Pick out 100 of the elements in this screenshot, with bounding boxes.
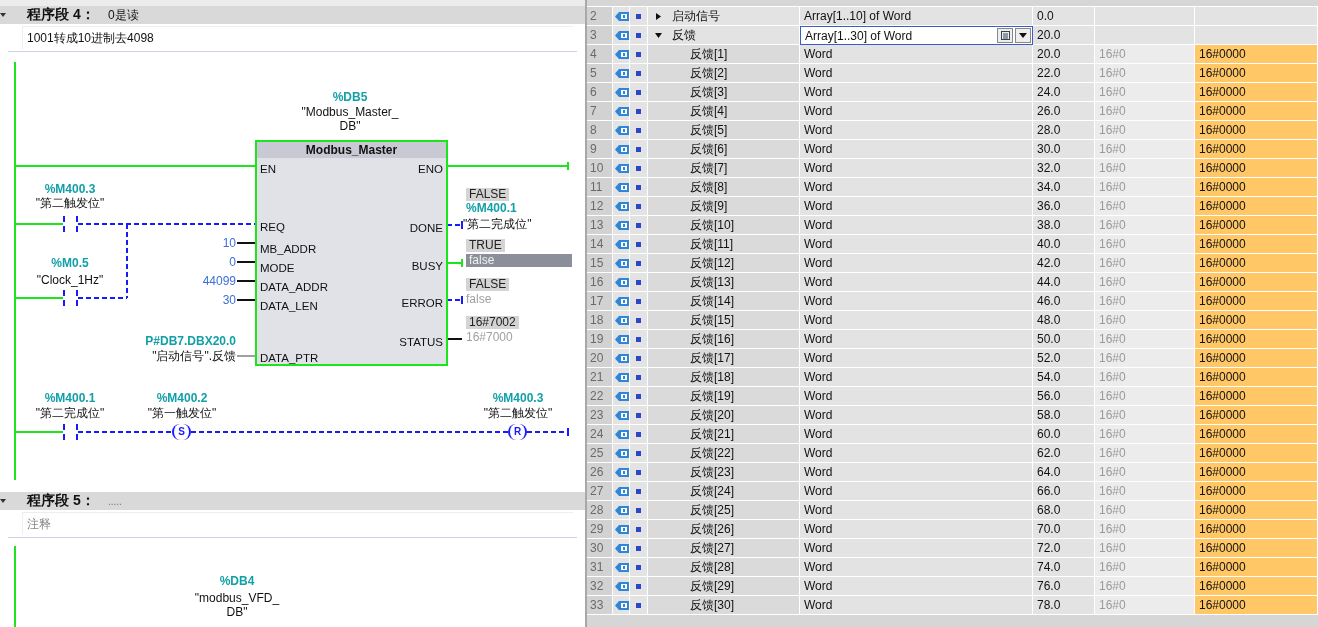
type-cell: Word	[800, 368, 1033, 387]
name-cell: 反馈[22]	[648, 444, 800, 463]
pin-label: MODE	[260, 261, 295, 275]
row-number: 13	[587, 216, 613, 235]
caret-icon[interactable]	[0, 12, 6, 18]
name-cell: 反馈[2]	[648, 64, 800, 83]
caret-icon	[1019, 33, 1027, 38]
row-number: 8	[587, 121, 613, 140]
actual-value: 16#7000	[466, 330, 513, 344]
start-value-cell: 16#0	[1095, 387, 1195, 406]
monitor-value-cell: 16#0000	[1195, 558, 1318, 577]
name-cell: 反馈[29]	[648, 577, 800, 596]
list-icon	[1000, 31, 1010, 40]
input-value: 44099	[201, 274, 236, 288]
row-number: 22	[587, 387, 613, 406]
row-number: 5	[587, 64, 613, 83]
start-value-cell: 16#0	[1095, 254, 1195, 273]
monitor-value-cell: 16#0000	[1195, 463, 1318, 482]
caret-icon[interactable]	[0, 498, 6, 504]
comment-field[interactable]: 注释	[22, 512, 573, 535]
tag-name: "第一触发位"	[146, 406, 218, 420]
network-label: 程序段 5：	[27, 492, 96, 510]
monitor-value-cell: 16#0000	[1195, 178, 1318, 197]
monitor-value: TRUE	[466, 239, 505, 252]
type-cell: Word	[800, 558, 1033, 577]
type-cell: Word	[800, 83, 1033, 102]
offset-cell: 50.0	[1033, 330, 1095, 349]
type-cell: Word	[800, 140, 1033, 159]
type-cell: Word	[800, 292, 1033, 311]
offset-cell: 24.0	[1033, 83, 1095, 102]
name-cell: 反馈[6]	[648, 140, 800, 159]
start-value-cell: 16#0	[1095, 501, 1195, 520]
name-cell: 反馈[30]	[648, 596, 800, 615]
network-title[interactable]: 0是读	[108, 6, 139, 24]
monitor-value-cell: 16#0000	[1195, 520, 1318, 539]
type-cell: Word	[800, 501, 1033, 520]
offset-cell: 64.0	[1033, 463, 1095, 482]
offset-cell: 38.0	[1033, 216, 1095, 235]
name-cell: 反馈[24]	[648, 482, 800, 501]
offset-cell: 0.0	[1033, 7, 1095, 26]
instance-address: %DB5	[331, 90, 369, 104]
row-number: 32	[587, 577, 613, 596]
type-cell: Word	[800, 235, 1033, 254]
start-value-cell: 16#0	[1095, 140, 1195, 159]
pin-label: DATA_LEN	[260, 299, 318, 313]
type-cell: Word	[800, 273, 1033, 292]
type-cell: Word	[800, 596, 1033, 615]
wire	[236, 242, 256, 244]
monitor-value-cell: 16#0000	[1195, 596, 1318, 615]
start-value-cell: 16#0	[1095, 64, 1195, 83]
pin-label: EN	[260, 162, 276, 176]
pin-label: DATA_PTR	[260, 351, 319, 365]
offset-cell: 26.0	[1033, 102, 1095, 121]
offset-cell: 72.0	[1033, 539, 1095, 558]
actual-value: false	[466, 292, 492, 306]
monitor-value-cell: 16#0000	[1195, 121, 1318, 140]
wire	[14, 223, 64, 225]
caret-icon[interactable]	[655, 31, 662, 39]
comment-field[interactable]: 1001转成10进制去4098	[22, 26, 573, 49]
monitor-value: 16#7002	[466, 316, 519, 329]
caret-icon[interactable]	[655, 12, 662, 20]
monitor-value-cell: 16#0000	[1195, 501, 1318, 520]
row-number: 26	[587, 463, 613, 482]
wire	[236, 355, 256, 357]
type-cell: Word	[800, 197, 1033, 216]
dropdown-button[interactable]	[1015, 28, 1031, 43]
name-cell: 反馈[26]	[648, 520, 800, 539]
pin-label: ERROR	[401, 296, 443, 310]
set-coil: S	[172, 424, 191, 440]
row-number: 31	[587, 558, 613, 577]
name-cell: 反馈[9]	[648, 197, 800, 216]
pin-label: REQ	[260, 220, 285, 234]
monitor-value-cell: 16#0000	[1195, 254, 1318, 273]
start-value-cell: 16#0	[1095, 102, 1195, 121]
list-button[interactable]	[997, 28, 1013, 43]
wire	[236, 261, 256, 263]
start-value-cell: 16#0	[1095, 558, 1195, 577]
monitor-value-cell: 16#0000	[1195, 330, 1318, 349]
row-number: 4	[587, 45, 613, 64]
start-value-cell: 16#0	[1095, 45, 1195, 64]
row-number: 18	[587, 311, 613, 330]
type-cell: Word	[800, 330, 1033, 349]
tag-name: "第二触发位"	[482, 406, 554, 420]
pin-label: BUSY	[411, 259, 443, 273]
instance-name: "Modbus_Master_ DB"	[300, 105, 400, 133]
monitor-value-cell: 16#0000	[1195, 368, 1318, 387]
row-number: 33	[587, 596, 613, 615]
type-cell: Word	[800, 425, 1033, 444]
row-number: 24	[587, 425, 613, 444]
monitor-value: FALSE	[466, 188, 510, 201]
offset-cell: 34.0	[1033, 178, 1095, 197]
type-field[interactable]: Array[1..30] of Word	[800, 26, 1033, 45]
reset-coil: R	[508, 424, 527, 440]
start-value-cell: 16#0	[1095, 83, 1195, 102]
monitor-value-cell: 16#0000	[1195, 83, 1318, 102]
tag-address: %M400.3	[491, 391, 545, 405]
block-title: Modbus_Master	[257, 142, 446, 158]
name-cell: 反馈[10]	[648, 216, 800, 235]
monitor-value-cell: 16#0000	[1195, 45, 1318, 64]
monitor-value-cell: 16#0000	[1195, 539, 1318, 558]
